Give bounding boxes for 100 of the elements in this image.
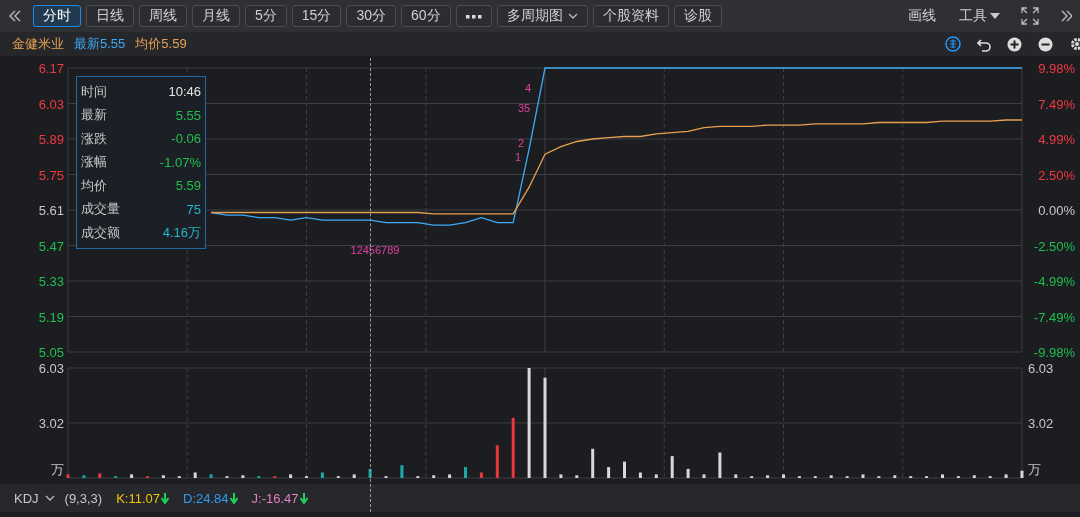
gear-icon[interactable] [1069, 36, 1080, 52]
period-tab[interactable]: 60分 [400, 5, 451, 27]
volume-bar [66, 474, 70, 478]
tooltip-value: 75 [186, 201, 201, 217]
zoom-out-icon[interactable] [1038, 36, 1053, 52]
y-axis-label: 5.05 [38, 345, 64, 358]
volume-bar [320, 472, 324, 478]
period-tab[interactable]: 月线 [192, 5, 240, 27]
caret-icon [990, 13, 1000, 19]
period-tab[interactable]: 个股资料 [592, 5, 669, 27]
y-axis-label: 6.17 [38, 61, 64, 76]
percent-axis-label: -4.99% [1033, 274, 1075, 289]
y-axis-label: 6.03 [38, 96, 64, 112]
period-tab[interactable]: 5分 [245, 5, 287, 27]
tooltip-value: -1.07% [159, 154, 201, 170]
volume-bar [98, 473, 102, 478]
volume-bar [623, 461, 626, 478]
trade-marker-label: 2 [517, 137, 525, 149]
volume-bar [718, 452, 722, 478]
volume-bar [607, 467, 611, 478]
y-axis-label: 5.75 [38, 167, 64, 183]
volume-bar [464, 467, 467, 478]
volume-bar [702, 474, 706, 478]
percent-axis-label: 4.99% [1038, 132, 1075, 147]
more-button[interactable] [455, 5, 492, 27]
percent-axis-label: 7.49% [1038, 96, 1075, 112]
y-axis-label: 5.47 [38, 238, 64, 254]
volume-bar [972, 475, 976, 478]
percent-axis-label: -7.49% [1033, 309, 1075, 325]
tooltip-label: 时间 [81, 82, 107, 101]
volume-bar [352, 474, 356, 478]
volume-bar [638, 472, 642, 478]
tooltip-label: 均价 [81, 176, 107, 195]
volume-bar [193, 472, 197, 478]
volume-bar [209, 474, 213, 478]
volume-bar [766, 475, 770, 478]
period-tab[interactable]: 30分 [346, 5, 396, 27]
volume-bar [861, 474, 865, 478]
period-tab[interactable]: 日线 [86, 5, 134, 27]
volume-bar [782, 474, 785, 478]
tooltip-label: 最新 [81, 106, 107, 125]
double-chevron-right-icon[interactable] [1060, 9, 1072, 23]
tooltip-value: 4.16万 [162, 223, 201, 242]
period-tab[interactable]: 分时 [33, 5, 81, 27]
volume-bar [400, 465, 404, 478]
volume-bar [130, 474, 134, 478]
dropdown-button[interactable]: 多周期图 [496, 5, 588, 27]
volume-bar [654, 474, 658, 478]
unit-label: 万 [1028, 462, 1041, 477]
volume-bar [941, 474, 944, 478]
volume-bar [670, 456, 674, 478]
y-axis-label: 3.02 [1028, 415, 1054, 431]
y-axis-label: 5.33 [38, 274, 64, 289]
y-axis-label: 5.89 [38, 132, 64, 147]
tool-button[interactable]: 画线 [906, 7, 938, 25]
y-axis-label: 5.19 [38, 309, 64, 325]
tool-button[interactable]: 工具 [957, 7, 1002, 25]
volume-bar [241, 475, 245, 478]
fullscreen-icon[interactable] [1021, 7, 1039, 25]
indicator-value: K:11.07 [116, 490, 160, 506]
indicator-params: (9,3,3) [64, 490, 103, 506]
volume-bar [686, 468, 690, 478]
volume-bar [1004, 474, 1008, 478]
volume-bar [511, 417, 515, 478]
tooltip-label: 成交量 [81, 200, 120, 219]
indicator-selector[interactable]: KDJ [14, 490, 55, 506]
circle-badge-icon[interactable] [945, 36, 961, 52]
percent-axis-label: -9.98% [1033, 345, 1075, 358]
average-price: 均价5.59 [135, 35, 187, 53]
tooltip-value: 5.59 [175, 178, 201, 194]
tooltip-value: 5.55 [175, 107, 201, 123]
indicator-value: J:-16.47 [251, 490, 299, 506]
volume-bar [368, 468, 372, 478]
trade-marker-label: 35 [517, 102, 531, 114]
zoom-in-icon[interactable] [1007, 36, 1022, 52]
percent-axis-label: -2.50% [1033, 238, 1075, 254]
double-chevron-left-icon[interactable] [8, 9, 22, 23]
y-axis-label: 6.03 [38, 361, 64, 376]
undo-icon[interactable] [977, 36, 991, 52]
period-tab[interactable]: 15分 [291, 5, 342, 27]
volume-bar [495, 445, 499, 478]
y-axis-label: 6.03 [1028, 361, 1054, 376]
volume-bar [1020, 470, 1024, 478]
volume-bar [734, 474, 738, 478]
y-axis-label: 3.02 [38, 415, 64, 431]
period-tab[interactable]: 诊股 [673, 5, 722, 27]
unit-label: 万 [51, 462, 64, 477]
period-tab[interactable]: 周线 [139, 5, 187, 27]
trade-marker-label: 1 [514, 151, 522, 163]
y-axis-label: 5.61 [38, 203, 64, 218]
volume-bar [479, 472, 483, 478]
chevron-down-icon [567, 13, 578, 19]
volume-bar [829, 475, 833, 478]
volume-bar [448, 474, 452, 478]
indicator-value: D:24.84 [183, 490, 229, 506]
volume-bar [893, 475, 897, 478]
volume-bar [161, 475, 165, 478]
percent-axis-label: 9.98% [1038, 61, 1075, 76]
latest-price: 最新5.55 [74, 35, 126, 53]
trade-marker-label: 12456789 [350, 244, 400, 256]
